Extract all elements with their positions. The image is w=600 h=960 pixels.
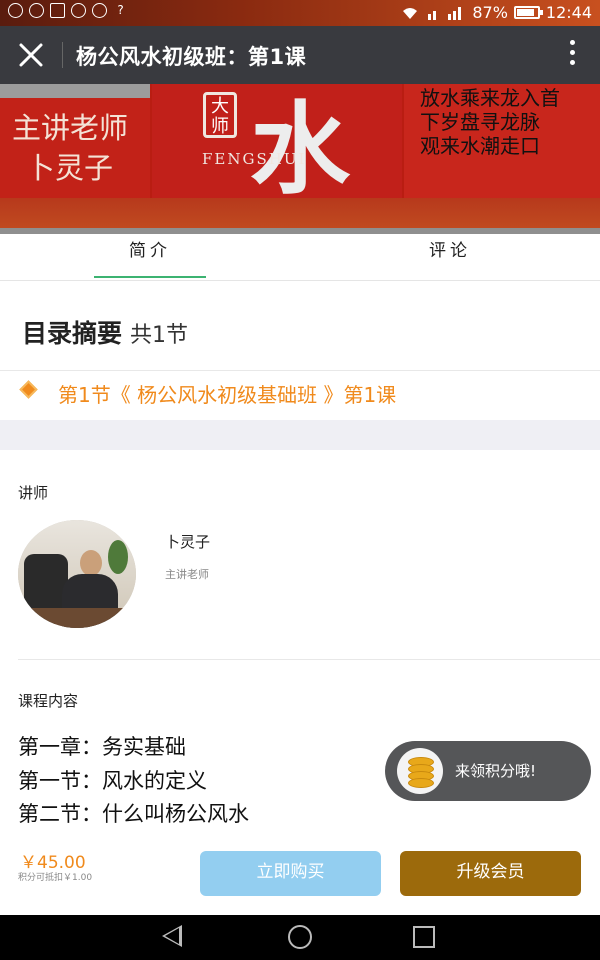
- title-divider: [62, 42, 63, 68]
- recent-apps-icon[interactable]: [413, 926, 435, 948]
- course-banner: 主讲老师 卜灵子 大师 水 FENGSHUI 放水乘来龙入首 下岁盘寻龙脉 观来…: [0, 84, 600, 228]
- system-navigation-bar: [0, 915, 600, 960]
- banner-fengshui-text: FENGSHUI: [202, 150, 307, 168]
- wifi-icon: [403, 7, 418, 19]
- toast-text: 来领积分哦!: [455, 762, 537, 780]
- notification-icons: ?: [8, 3, 128, 18]
- more-menu-button[interactable]: [566, 40, 578, 70]
- instructor-name[interactable]: 卜灵子: [165, 531, 210, 552]
- image-notification-icon: [50, 3, 65, 18]
- app-notification-icon: [29, 3, 44, 18]
- banner-teacher-role: 主讲老师: [12, 111, 129, 145]
- back-icon[interactable]: [162, 925, 182, 947]
- app-notification-icon: [8, 3, 23, 18]
- tab-bar: 简介 评论: [0, 234, 600, 281]
- catalog-title: 目录摘要: [22, 319, 123, 348]
- home-icon[interactable]: [288, 925, 312, 949]
- divider: [18, 659, 600, 660]
- catalog-heading: 目录摘要 共1节: [22, 314, 188, 350]
- banner-photo-edge: [0, 84, 150, 98]
- page-title: 杨公风水初级班：第1课: [76, 45, 307, 69]
- course-line: 第二节：什么叫杨公风水: [18, 802, 249, 826]
- master-badge: 大师: [203, 92, 237, 138]
- lesson-item[interactable]: 第1节《 杨公风水初级基础班 》第1课: [0, 371, 600, 419]
- buy-now-button[interactable]: 立即购买: [200, 851, 381, 896]
- banner-teacher: 主讲老师 卜灵子: [12, 108, 128, 188]
- course-line: 第一节：风水的定义: [18, 769, 207, 793]
- titlebar: 杨公风水初级班：第1课: [0, 26, 600, 84]
- close-icon: [19, 43, 43, 67]
- points-toast[interactable]: 来领积分哦!: [385, 741, 591, 801]
- help-icon: ?: [117, 3, 124, 17]
- section-gap: [0, 420, 600, 450]
- course-line: 第一章：务实基础: [18, 735, 186, 759]
- app-notification-icon: [92, 3, 107, 18]
- upgrade-vip-button[interactable]: 升级会员: [400, 851, 581, 896]
- banner-bottom-edge: [0, 198, 600, 228]
- battery-percent: 87%: [472, 3, 508, 22]
- close-button[interactable]: [12, 36, 50, 74]
- banner-poem: 放水乘来龙入首 下岁盘寻龙脉 观来水潮走口: [420, 86, 560, 158]
- avatar[interactable]: [18, 520, 136, 628]
- banner-brush-char: 水: [250, 90, 350, 208]
- catalog-count: 共1节: [129, 323, 188, 348]
- course-section-label: 课程内容: [18, 692, 79, 710]
- instructor-title: 主讲老师: [165, 568, 209, 581]
- active-tab-indicator: [94, 276, 206, 278]
- clock: 12:44: [545, 3, 592, 22]
- app-notification-icon: [71, 3, 86, 18]
- signal-icon: [428, 6, 462, 20]
- tab-comments[interactable]: 评论: [300, 234, 600, 280]
- status-bar: ? 87% 12:44: [0, 0, 600, 26]
- banner-teacher-name: 卜灵子: [26, 151, 114, 185]
- points-discount-note: 积分可抵扣￥1.00: [18, 873, 93, 883]
- lesson-title: 第1节《 杨公风水初级基础班 》第1课: [58, 383, 397, 407]
- diamond-bullet-icon: [19, 380, 38, 399]
- tab-intro[interactable]: 简介: [0, 234, 300, 280]
- battery-icon: [513, 6, 543, 19]
- instructor-section-label: 讲师: [18, 484, 49, 502]
- coin-stack-icon: [397, 748, 443, 794]
- more-vertical-icon: [566, 40, 578, 65]
